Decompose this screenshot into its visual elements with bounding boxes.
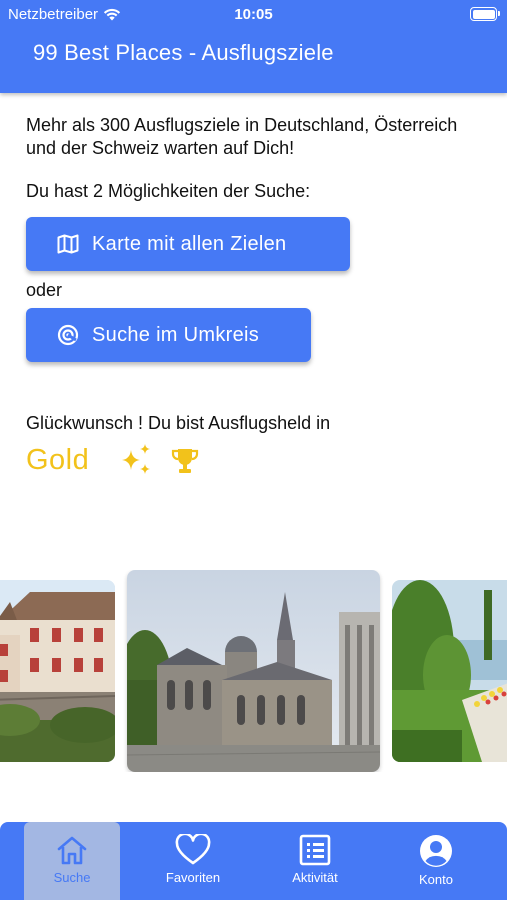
place-photo-garden[interactable]: [392, 580, 507, 762]
or-text: oder: [26, 280, 63, 300]
search-options-text: Du hast 2 Möglichkeiten der Suche:: [26, 181, 311, 201]
app-header: Netzbetreiber 10:05 99 Best Places - Aus…: [0, 0, 507, 93]
map-all-places-button[interactable]: Karte mit allen Zielen: [26, 217, 350, 271]
tab-aktivitaet-label: Aktivität: [292, 870, 338, 885]
tab-favoriten-label: Favoriten: [165, 870, 221, 885]
battery-icon: [470, 7, 500, 21]
radar-icon: [56, 323, 80, 347]
account-icon: [420, 835, 452, 867]
radius-search-button[interactable]: Suche im Umkreis: [26, 308, 311, 362]
tab-konto-label: Konto: [419, 872, 453, 887]
place-photo-cathedral[interactable]: [127, 570, 380, 772]
status-bar: Netzbetreiber 10:05: [0, 0, 507, 30]
places-carousel[interactable]: [0, 570, 507, 772]
tab-suche-label: Suche: [53, 870, 91, 885]
radius-button-label: Suche im Umkreis: [92, 323, 260, 346]
map-button-label: Karte mit allen Zielen: [92, 232, 287, 255]
tab-suche[interactable]: Suche: [24, 822, 120, 900]
list-icon: [299, 834, 331, 866]
tab-aktivitaet[interactable]: Aktivität: [267, 822, 363, 900]
trophy-icon: [171, 449, 199, 473]
home-icon: [57, 836, 87, 865]
heart-icon: [175, 834, 211, 865]
bottom-navigation: Suche Favoriten Aktivität Konto: [0, 822, 507, 900]
tab-konto[interactable]: Konto: [388, 822, 484, 900]
tab-favoriten[interactable]: Favoriten: [145, 822, 241, 900]
congrats-text: Glückwunsch ! Du bist Ausflugsheld in: [26, 413, 331, 433]
intro-text: Mehr als 300 Ausflugsziele in Deutschlan…: [26, 115, 458, 158]
hero-level-label: Gold: [26, 444, 90, 476]
map-icon: [56, 232, 80, 256]
app-title: 99 Best Places - Ausflugsziele: [33, 40, 334, 65]
clock: 10:05: [234, 6, 273, 23]
place-photo-castle[interactable]: [0, 580, 115, 762]
sparkles-icon: [122, 444, 150, 474]
